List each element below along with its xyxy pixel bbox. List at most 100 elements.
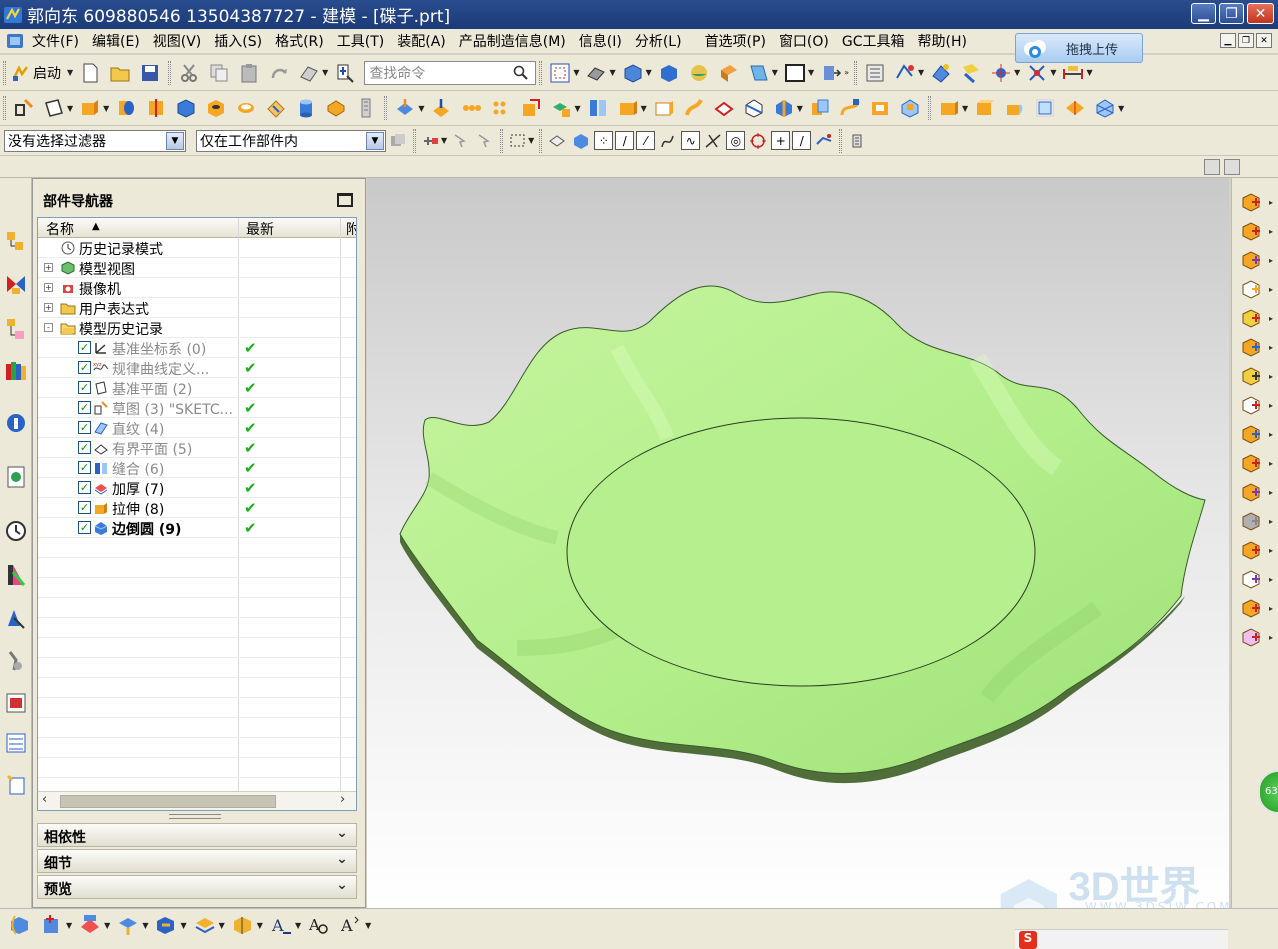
minimize-button[interactable]: ▁ <box>1191 3 1216 24</box>
flyout-arrow-icon[interactable]: ▸ <box>1269 343 1273 352</box>
tree-row[interactable]: ✓ 有界平面 (5) ✔ <box>38 438 356 458</box>
maximize-icon[interactable] <box>337 193 353 207</box>
repeat-dropdown-icon[interactable]: ▼ <box>322 68 328 77</box>
sew-tool-icon[interactable] <box>743 97 765 119</box>
flyout-arrow-icon[interactable]: ▸ <box>1269 488 1273 497</box>
revolve-tool-icon[interactable] <box>115 97 137 119</box>
chevron-down-icon[interactable]: ⌄ <box>332 877 352 897</box>
tree-row[interactable]: + 模型视图 <box>38 258 356 278</box>
face-dropdown-icon[interactable]: ▼ <box>574 104 580 113</box>
flyout-arrow-icon[interactable]: ▸ <box>1269 372 1273 381</box>
swept-icon[interactable] <box>683 97 705 119</box>
feature-checkbox[interactable]: ✓ <box>78 521 91 534</box>
doc-restore-button[interactable]: ❐ <box>1238 33 1254 48</box>
web-browser-icon[interactable] <box>4 410 28 436</box>
thicken-dropdown-icon[interactable]: ▼ <box>797 104 803 113</box>
feature-group-filter-icon[interactable] <box>389 132 407 150</box>
background-dropdown-icon[interactable]: ▼ <box>808 68 814 77</box>
snap-quadrant-icon[interactable] <box>749 132 767 150</box>
snap-dropdown-icon[interactable]: ▼ <box>1014 68 1020 77</box>
replace-face-icon[interactable] <box>520 97 542 119</box>
flyout-arrow-icon[interactable]: ▸ <box>1269 633 1273 642</box>
menu-insert[interactable]: 插入(S) <box>214 31 262 51</box>
toolbar-overflow-icon[interactable]: » <box>844 68 849 77</box>
tree-row[interactable]: ✓ 草图 (3) "SKETC... ✔ <box>38 398 356 418</box>
details-panel[interactable]: 细节 ⌄ <box>37 849 357 873</box>
tree-row[interactable]: 历史记录模式 <box>38 238 356 258</box>
split-body-icon[interactable] <box>1240 453 1264 475</box>
tree-row[interactable]: - 模型历史记录 <box>38 318 356 338</box>
wave-link-icon[interactable] <box>1240 192 1264 214</box>
section-view-icon[interactable] <box>718 62 740 84</box>
subtract-icon[interactable] <box>938 97 960 119</box>
extrude-dropdown-icon[interactable]: ▼ <box>103 104 109 113</box>
toolbar-grip[interactable] <box>3 60 6 85</box>
edge-blend-tool-icon[interactable] <box>265 97 287 119</box>
snap-curve-icon[interactable] <box>659 132 677 150</box>
block-tool-icon[interactable] <box>175 97 197 119</box>
fit-view-icon[interactable] <box>549 62 571 84</box>
offset-body-icon[interactable] <box>1240 366 1264 388</box>
view-toggle-icon[interactable] <box>1224 159 1240 175</box>
transform-icon[interactable] <box>930 62 952 84</box>
history-palette-icon[interactable] <box>4 464 28 490</box>
roles-icon[interactable] <box>4 606 28 632</box>
snap-point-on-curve-icon[interactable]: + <box>771 131 791 150</box>
snap-intersection-icon[interactable] <box>704 132 722 150</box>
copy-icon[interactable] <box>208 62 230 84</box>
trim-body-icon[interactable] <box>145 97 167 119</box>
chevron-down-icon[interactable]: ▼ <box>166 131 184 150</box>
layers-icon[interactable] <box>193 913 217 937</box>
wave-link-2-icon[interactable] <box>1240 221 1264 243</box>
tree-row[interactable]: ✓ 边倒圆 (9) ✔ <box>38 518 356 538</box>
fit-dropdown-icon[interactable]: ▼ <box>573 68 579 77</box>
feature-checkbox[interactable]: ✓ <box>78 421 91 434</box>
command-finder-icon[interactable] <box>334 62 356 84</box>
scale-body-icon[interactable] <box>1240 482 1264 504</box>
rotate-view-icon[interactable] <box>8 913 32 937</box>
column-attached[interactable]: 附 <box>346 219 356 238</box>
reuse-library-icon[interactable] <box>4 358 28 384</box>
repeat-command-icon[interactable] <box>298 62 320 84</box>
panel-splitter[interactable] <box>169 814 221 819</box>
scroll-right-icon[interactable]: › <box>340 792 345 807</box>
orient-dropdown-icon[interactable]: ▼ <box>646 68 652 77</box>
collapse-icon[interactable]: - <box>44 323 53 332</box>
restore-dropdown-icon[interactable]: ▼ <box>180 921 186 930</box>
datum-axis-tool-icon[interactable] <box>1094 97 1116 119</box>
feature-checkbox[interactable]: ✓ <box>78 461 91 474</box>
background-icon[interactable] <box>784 62 806 84</box>
snap-point-on-surface-icon[interactable]: / <box>792 131 812 150</box>
tree-row[interactable]: ✓ 直纹 (4) ✔ <box>38 418 356 438</box>
pan-dropdown-icon[interactable]: ▼ <box>66 921 72 930</box>
scroll-left-icon[interactable]: ‹ <box>42 792 47 807</box>
pattern-face-icon[interactable] <box>460 97 482 119</box>
open-folder-icon[interactable] <box>109 62 131 84</box>
offset-face-icon[interactable] <box>430 97 452 119</box>
tree-row[interactable]: ✓ xyz 规律曲线定义... ✔ <box>38 358 356 378</box>
select-faces-icon[interactable] <box>548 132 566 150</box>
sync-dropdown-icon[interactable]: ▼ <box>418 104 424 113</box>
wcs-icon[interactable] <box>820 62 842 84</box>
tree-row[interactable]: ✓ 加厚 (7) ✔ <box>38 478 356 498</box>
toolbar-grip[interactable] <box>3 96 6 120</box>
scope-select[interactable]: 仅在工作部件内 ▼ <box>196 129 386 152</box>
sort-ascending-icon[interactable]: ▲ <box>92 221 100 239</box>
sketch-tool-icon[interactable] <box>13 97 35 119</box>
layers-dropdown-icon[interactable]: ▼ <box>219 921 225 930</box>
flyout-arrow-icon[interactable]: ▸ <box>1269 401 1273 410</box>
feature-checkbox[interactable]: ✓ <box>78 341 91 354</box>
csys-axis-icon[interactable] <box>1026 62 1048 84</box>
expand-icon[interactable]: + <box>44 283 53 292</box>
pointer-remove-icon[interactable] <box>476 132 494 150</box>
pointer-add-icon[interactable] <box>452 132 470 150</box>
chevron-down-icon[interactable]: ⌄ <box>332 851 352 871</box>
close-button[interactable]: ✕ <box>1247 3 1274 24</box>
thread-icon[interactable] <box>1240 598 1264 620</box>
extrude-tool-icon[interactable] <box>79 97 101 119</box>
tree-row[interactable]: + 摄像机 <box>38 278 356 298</box>
chamfer-tool-icon[interactable] <box>325 97 347 119</box>
orient-view-icon[interactable] <box>116 913 140 937</box>
layer-settings-icon[interactable] <box>864 62 886 84</box>
paste-feature-icon[interactable] <box>1240 424 1264 446</box>
